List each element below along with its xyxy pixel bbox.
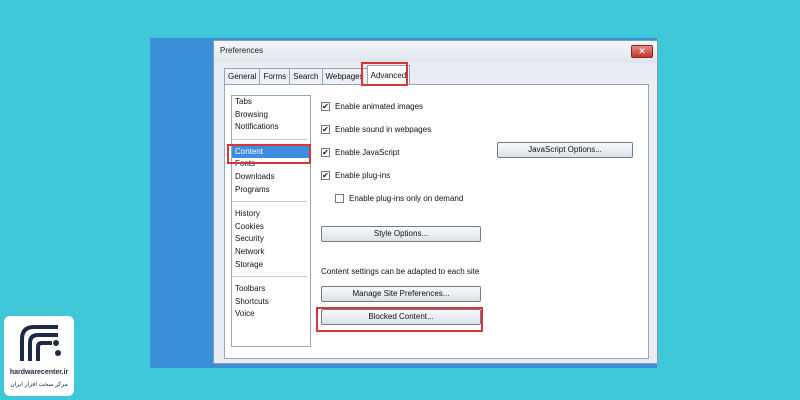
category-item-storage[interactable]: Storage [235, 259, 310, 272]
javascript-options-button[interactable]: JavaScript Options... [497, 142, 633, 158]
style-options-button[interactable]: Style Options... [321, 226, 481, 242]
window-title: Preferences [220, 46, 264, 55]
watermark-name: hardwarecenter.ir [9, 369, 69, 376]
category-item-voice[interactable]: Voice [235, 308, 310, 321]
option-javascript[interactable]: ✔ Enable JavaScript [321, 148, 399, 157]
plugins-on-demand-checkbox[interactable] [335, 194, 344, 203]
plugins-on-demand-label: Enable plug-ins only on demand [349, 194, 464, 203]
sound-checkbox[interactable]: ✔ [321, 125, 330, 134]
manage-site-preferences-button[interactable]: Manage Site Preferences... [321, 286, 481, 302]
highlight-advanced-tab [361, 62, 408, 86]
tab-search[interactable]: Search [289, 68, 323, 84]
category-item-downloads[interactable]: Downloads [235, 171, 310, 184]
category-item-security[interactable]: Security [235, 233, 310, 246]
category-item-network[interactable]: Network [235, 246, 310, 259]
category-item-programs[interactable]: Programs [235, 184, 310, 197]
category-divider [232, 201, 307, 203]
content-settings-info: Content settings can be adapted to each … [321, 267, 480, 276]
highlight-blocked-content [316, 307, 483, 332]
javascript-checkbox[interactable]: ✔ [321, 148, 330, 157]
category-group: Tabs Browsing Notifications [235, 96, 310, 134]
option-plugins-on-demand[interactable]: Enable plug-ins only on demand [335, 194, 463, 203]
watermark-logo: hardwarecenter.ir مرکز سخت افزار ایران [4, 316, 74, 396]
category-group: History Cookies Security Network Storage [235, 208, 310, 271]
option-sound[interactable]: ✔ Enable sound in webpages [321, 125, 431, 134]
category-group: Toolbars Shortcuts Voice [235, 283, 310, 321]
circuit-logo-icon [20, 325, 61, 361]
highlight-content-item [227, 144, 311, 164]
category-item-shortcuts[interactable]: Shortcuts [235, 296, 310, 309]
category-item-toolbars[interactable]: Toolbars [235, 283, 310, 296]
tab-general[interactable]: General [224, 68, 261, 84]
category-list: Tabs Browsing Notifications Content Font… [231, 95, 311, 347]
title-bar[interactable]: Preferences ✕ [214, 41, 657, 63]
close-button[interactable]: ✕ [631, 45, 653, 58]
tab-forms[interactable]: Forms [259, 68, 291, 84]
plugins-label: Enable plug-ins [335, 171, 391, 180]
animated-images-checkbox[interactable]: ✔ [321, 102, 330, 111]
category-item-history[interactable]: History [235, 208, 310, 221]
category-item-browsing[interactable]: Browsing [235, 109, 310, 122]
category-item-tabs[interactable]: Tabs [235, 96, 310, 109]
javascript-label: Enable JavaScript [335, 148, 400, 157]
watermark-subtitle: مرکز سخت افزار ایران [10, 382, 68, 388]
animated-images-label: Enable animated images [335, 102, 424, 111]
option-plugins[interactable]: ✔ Enable plug-ins [321, 171, 390, 180]
category-item-cookies[interactable]: Cookies [235, 221, 310, 234]
category-item-notifications[interactable]: Notifications [235, 121, 310, 134]
category-divider [232, 276, 307, 278]
option-animated-images[interactable]: ✔ Enable animated images [321, 102, 423, 111]
sound-label: Enable sound in webpages [335, 125, 432, 134]
category-divider [232, 138, 307, 140]
plugins-checkbox[interactable]: ✔ [321, 171, 330, 180]
close-icon: ✕ [638, 46, 646, 56]
